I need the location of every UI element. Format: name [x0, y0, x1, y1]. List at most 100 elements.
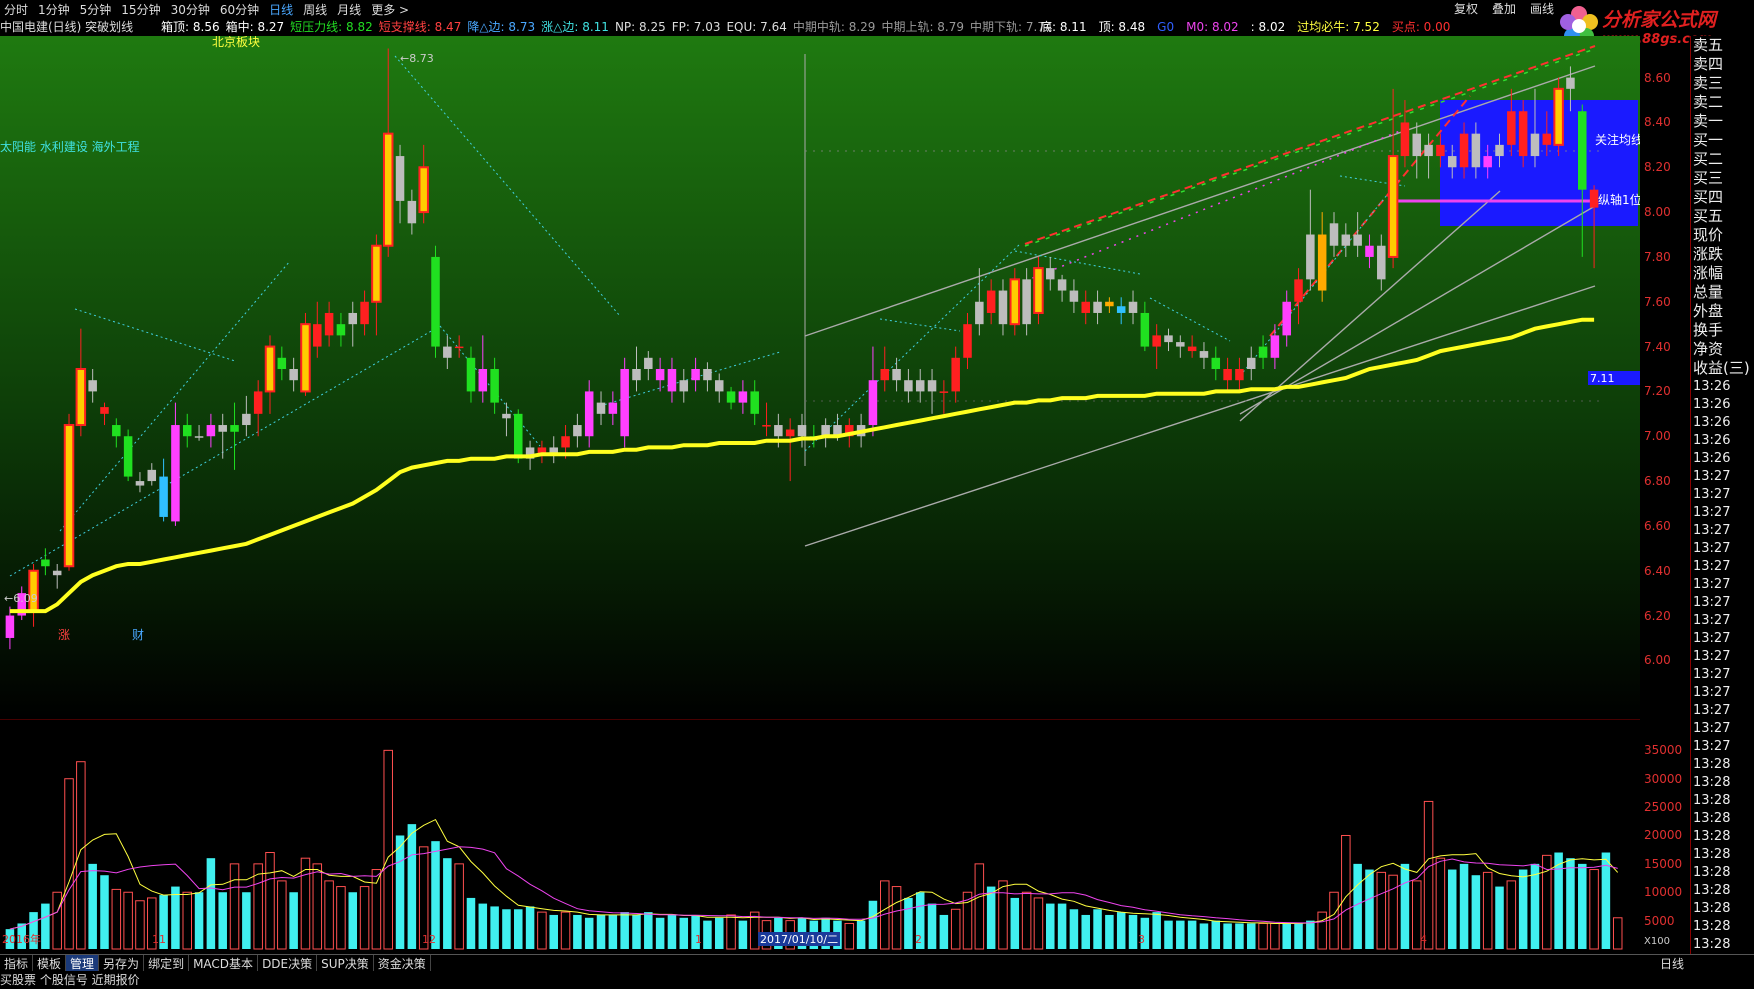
volume-bar	[407, 824, 417, 949]
candle-body	[407, 200, 417, 224]
side-label-6: 买二	[1693, 150, 1724, 168]
volume-bar	[1199, 923, 1209, 949]
volume-bar	[100, 875, 109, 949]
candle-body	[264, 345, 276, 393]
tick-time-21: 13:28	[1693, 757, 1731, 772]
timeframe-tab-1[interactable]: 1分钟	[38, 1, 70, 18]
candle-body	[5, 615, 15, 638]
info-item-0: 箱顶: 8.56	[161, 20, 220, 34]
volume-tick: 5000	[1644, 913, 1675, 928]
volume-bar	[1566, 858, 1575, 949]
bottom-tab-5[interactable]: MACD基本	[189, 955, 259, 972]
side-label-14: 外盘	[1693, 302, 1724, 320]
timeframe-tab-5[interactable]: 60分钟	[220, 1, 259, 18]
candle-body	[123, 436, 133, 477]
candle-body	[951, 357, 960, 392]
side-label-3: 卖二	[1693, 93, 1724, 111]
volume-scale-label: X100	[1644, 936, 1670, 947]
volume-chart[interactable]: 2016年 11 12 1 2017/01/10/二 2 3 4	[0, 719, 1640, 952]
volume-bar	[1578, 863, 1587, 949]
candle-body	[230, 425, 239, 432]
bottom-tab-6[interactable]: DDE决策	[258, 955, 318, 972]
bottom-tab-0[interactable]: 指标	[0, 955, 34, 972]
candle-body	[632, 369, 641, 381]
timeframe-tab-3[interactable]: 15分钟	[121, 1, 160, 18]
candle-body	[1176, 342, 1185, 347]
candle-body	[1400, 122, 1410, 157]
volume-bar	[478, 903, 488, 949]
candle-body	[797, 425, 807, 437]
candle-body	[324, 312, 334, 336]
candle-body	[691, 369, 700, 381]
candle-body	[1140, 312, 1150, 347]
bottom-tab-1[interactable]: 模板	[33, 955, 67, 972]
volume-tick: 35000	[1644, 743, 1683, 758]
info-right-item-4: : 8.02	[1250, 20, 1286, 34]
volume-bar	[514, 909, 523, 949]
candle-body	[1507, 111, 1516, 145]
tick-time-4: 13:26	[1693, 451, 1731, 466]
price-tick: 8.40	[1644, 115, 1671, 130]
candle-body	[100, 407, 109, 414]
candle-body	[194, 436, 204, 438]
timeframe-tab-9[interactable]: 更多 >	[371, 1, 409, 18]
timeframe-tab-7[interactable]: 周线	[303, 1, 327, 18]
timeframe-tab-6[interactable]: 日线	[269, 1, 293, 18]
candle-body	[1033, 267, 1044, 314]
candle-body	[371, 244, 382, 303]
timeframe-tab-4[interactable]: 30分钟	[171, 1, 210, 18]
candle-body	[1199, 351, 1209, 358]
volume-bar	[1554, 852, 1563, 949]
volume-bar	[41, 903, 50, 949]
period-indicator[interactable]: 日线	[1660, 955, 1684, 972]
bottom-tab-2[interactable]: 管理	[66, 955, 100, 972]
info-item-3: 短支撑线: 8.47	[378, 20, 462, 34]
candle-body	[443, 346, 452, 358]
price-chart[interactable]: 北京板块太阳能 水利建设 海外工程 ←8.73 ←6.09 关注均线纵轴1位涨 财 7.1…	[0, 36, 1640, 718]
candle-body	[1387, 155, 1399, 258]
side-label-16: 净资	[1693, 340, 1724, 358]
candle-body	[300, 323, 311, 393]
timeframe-tab-0[interactable]: 分时	[4, 1, 28, 18]
volume-bar	[242, 892, 251, 949]
timeframe-tab-8[interactable]: 月线	[337, 1, 361, 18]
candle-body	[63, 424, 75, 568]
volume-bar	[1530, 863, 1540, 949]
volume-bar	[1164, 920, 1173, 949]
volume-bar	[1294, 923, 1303, 949]
candle-body	[1518, 111, 1528, 157]
bottom-tab-8[interactable]: 资金决策	[374, 955, 431, 972]
toolbar-button-2[interactable]: 画线	[1530, 0, 1554, 17]
info-item-9: 中期中轨: 8.29	[792, 20, 876, 34]
candle-body	[1057, 279, 1067, 291]
volume-bar	[289, 892, 298, 949]
bottom-tab-7[interactable]: SUP决策	[317, 955, 374, 972]
x-tick-label: 11	[152, 933, 166, 946]
candle-body	[1270, 335, 1280, 358]
toolbar-button-1[interactable]: 叠加	[1492, 0, 1516, 17]
info-item-8: EQU: 7.64	[726, 20, 787, 34]
candle-body	[892, 369, 901, 381]
volume-bar	[703, 920, 712, 949]
timeframe-tab-2[interactable]: 5分钟	[80, 1, 112, 18]
tick-time-22: 13:28	[1693, 775, 1731, 790]
candle-body	[975, 301, 984, 325]
bottom-tab-4[interactable]: 绑定到	[144, 955, 190, 972]
x-tick-label: 2016年	[2, 932, 41, 946]
chart-background	[0, 36, 1640, 718]
candle-body	[1578, 111, 1587, 190]
price-tick: 8.60	[1644, 70, 1671, 85]
info-item-7: FP: 7.03	[671, 20, 721, 34]
tick-time-12: 13:27	[1693, 595, 1731, 610]
candle-body	[135, 481, 145, 486]
toolbar-button-0[interactable]: 复权	[1454, 0, 1478, 17]
tick-time-23: 13:28	[1693, 793, 1731, 808]
volume-bar	[1116, 912, 1126, 949]
candle-body	[1471, 133, 1481, 168]
bottom-tab-3[interactable]: 另存为	[99, 955, 145, 972]
candle-body	[466, 357, 476, 392]
volume-bar	[986, 886, 996, 949]
volume-bar	[1093, 909, 1102, 949]
info-item-2: 短压力线: 8.82	[290, 20, 373, 34]
tick-time-31: 13:28	[1693, 937, 1731, 952]
